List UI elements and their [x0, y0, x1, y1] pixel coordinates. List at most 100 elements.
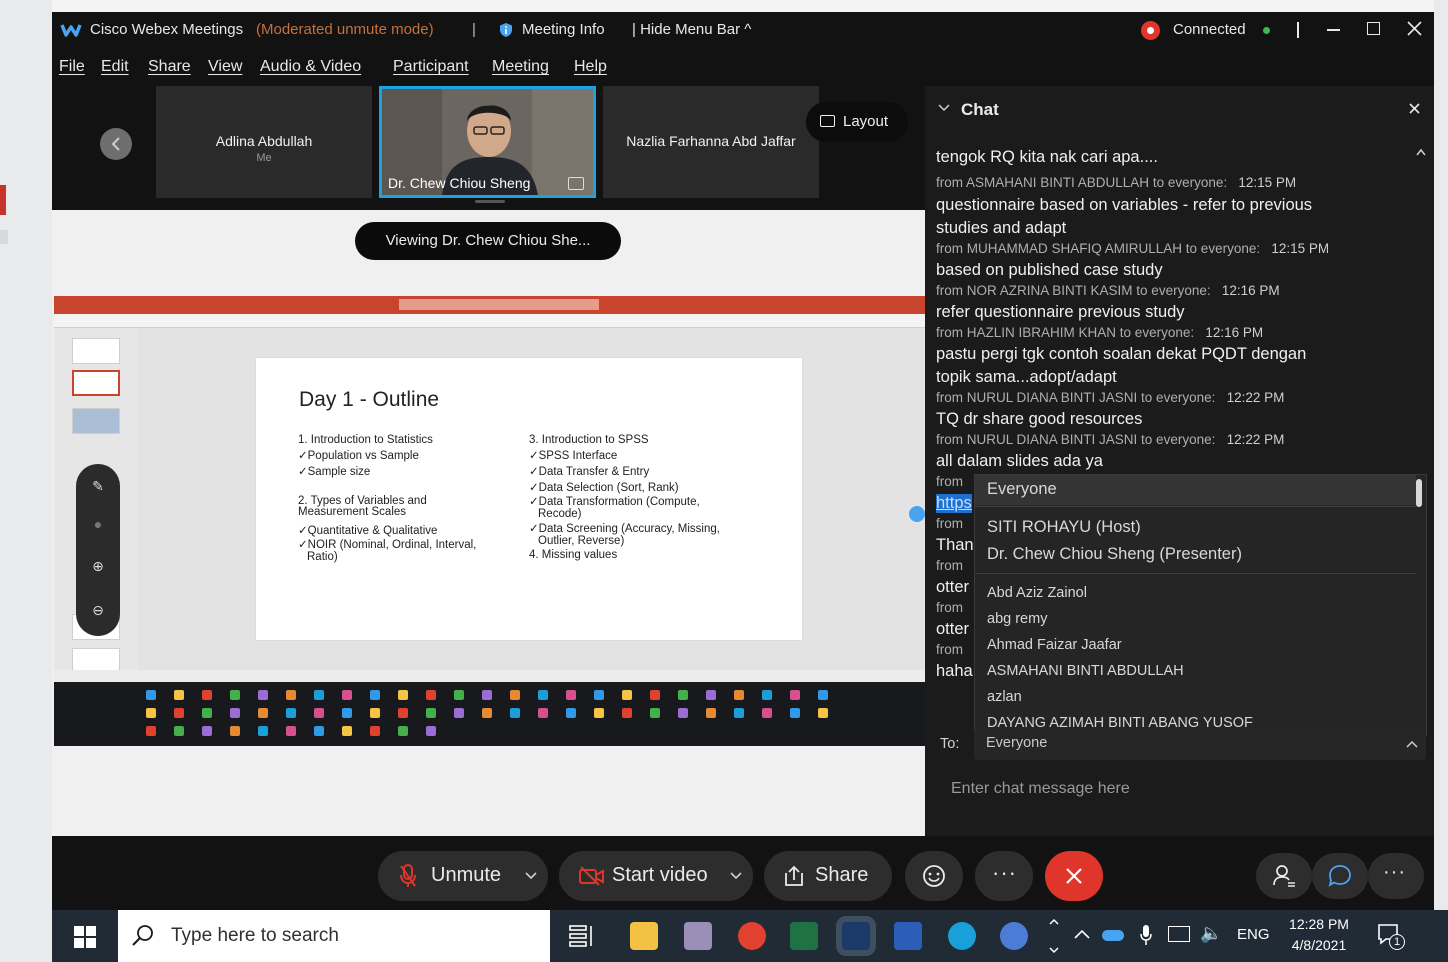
chevron-left-icon — [111, 137, 120, 151]
share-button[interactable]: Share — [764, 851, 892, 901]
panel-more-button[interactable]: ··· — [1368, 853, 1424, 899]
word-icon[interactable] — [894, 922, 922, 950]
chat-panel: Chat ‾‾‾‾‾‾‾‾‾‾‾‾‾‾‾‾‾‾‾‾‾‾‾‾‾‾‾‾‾‾‾‾‾‾‾… — [925, 86, 1434, 836]
title-divider — [1297, 22, 1299, 38]
webex-taskbar-icon[interactable] — [836, 916, 876, 956]
app-icon[interactable] — [1000, 922, 1028, 950]
start-video-button[interactable]: Start video — [559, 851, 753, 901]
ppt-status-bar — [54, 670, 925, 682]
meeting-info-button[interactable]: Meeting Info — [522, 21, 605, 38]
file-explorer-icon[interactable] — [630, 922, 658, 950]
menu-edit[interactable]: Edit — [101, 58, 129, 76]
shared-taskbar-app-icon — [230, 690, 240, 700]
edge-icon[interactable] — [948, 922, 976, 950]
dropdown-scrollbar[interactable] — [1416, 479, 1422, 507]
zoom-out-icon[interactable]: ⊖ — [76, 602, 120, 619]
clock[interactable]: 12:28 PM 4/8/2021 — [1280, 914, 1358, 958]
menu-audio-video[interactable]: Audio & Video — [260, 58, 361, 76]
hide-menu-bar-button[interactable]: | Hide Menu Bar ^ — [632, 21, 751, 38]
shared-taskbar-app-icon — [342, 690, 352, 700]
recipient-selector[interactable]: To: Everyone — [925, 728, 1434, 762]
menu-participant[interactable]: Participant — [393, 58, 469, 76]
chrome-icon[interactable] — [738, 922, 766, 950]
menu-view[interactable]: View — [208, 58, 242, 76]
chat-message-input[interactable]: Enter chat message here — [925, 776, 1434, 826]
microphone-icon[interactable] — [1140, 924, 1152, 946]
title-bar: Cisco Webex Meetings (Moderated unmute m… — [52, 12, 1434, 48]
app-icon[interactable] — [684, 922, 712, 950]
menu-share[interactable]: Share — [148, 58, 191, 76]
slide-thumbnail[interactable] — [72, 408, 120, 434]
menu-bar: File Edit Share View Audio & Video Parti… — [52, 52, 932, 82]
excel-icon[interactable] — [790, 922, 818, 950]
dropdown-option-everyone[interactable]: Everyone — [987, 480, 1057, 499]
shared-taskbar-app-icon — [510, 708, 520, 718]
shared-taskbar-app-icon — [538, 690, 548, 700]
language-indicator[interactable]: ENG — [1237, 926, 1270, 943]
participants-button[interactable] — [1256, 853, 1312, 899]
menu-meeting[interactable]: Meeting — [492, 58, 549, 76]
onedrive-icon[interactable] — [1102, 930, 1124, 941]
minimize-icon[interactable] — [1327, 29, 1340, 31]
slide-thumbnail[interactable] — [72, 338, 120, 364]
more-icon: ··· — [992, 860, 1017, 885]
chevron-down-icon[interactable] — [938, 104, 950, 112]
recipient-dropdown[interactable]: Everyone SITI ROHAYU (Host) Dr. Chew Chi… — [974, 474, 1427, 736]
slide-item: Outlier, Reverse) — [538, 535, 625, 547]
dropdown-option[interactable]: Dr. Chew Chiou Sheng (Presenter) — [987, 545, 1242, 564]
dropdown-option[interactable]: ASMAHANI BINTI ABDULLAH — [987, 663, 1184, 679]
close-chat-icon[interactable] — [1409, 103, 1420, 114]
shared-taskbar-app-icon — [146, 690, 156, 700]
chevron-up-icon[interactable] — [1074, 929, 1090, 939]
slide-item-spacer — [298, 480, 476, 496]
pen-icon[interactable]: ✎ — [76, 478, 120, 495]
shared-taskbar-app-icon — [790, 690, 800, 700]
filmstrip-prev-button[interactable] — [100, 128, 132, 160]
dropdown-option[interactable]: abg remy — [987, 611, 1047, 627]
dropdown-option[interactable]: Ahmad Faizar Jaafar — [987, 637, 1122, 653]
more-options-button[interactable]: ··· — [975, 851, 1033, 901]
unmute-mode-label: (Moderated unmute mode) — [256, 21, 434, 38]
chat-scrollbar[interactable] — [1414, 146, 1428, 436]
active-speaker-tile[interactable]: Dr. Chew Chiou Sheng — [379, 86, 596, 198]
dropdown-option[interactable]: SITI ROHAYU (Host) — [987, 518, 1141, 537]
chat-toggle-button[interactable] — [1312, 853, 1368, 899]
chat-bubble-icon — [1328, 865, 1351, 887]
recipient-field[interactable]: Everyone — [974, 728, 1426, 760]
filmstrip-resize-handle[interactable] — [475, 200, 505, 203]
menu-file[interactable]: File — [59, 58, 85, 76]
participant-tile[interactable]: Nazlia Farhanna Abd Jaffar — [603, 86, 819, 198]
reactions-button[interactable] — [905, 851, 963, 901]
menu-help[interactable]: Help — [574, 58, 607, 76]
restore-icon[interactable] — [1367, 22, 1380, 35]
chat-link[interactable]: https — [936, 494, 972, 513]
unmute-label: Unmute — [431, 864, 502, 886]
taskbar-scroll-icon[interactable] — [1048, 916, 1060, 956]
smiley-icon — [923, 865, 945, 887]
chat-message-sender: from — [936, 558, 963, 573]
dropdown-option[interactable]: azlan — [987, 689, 1022, 705]
collapse-handle-icon[interactable] — [909, 506, 925, 522]
close-window-icon[interactable] — [1407, 21, 1422, 36]
to-label: To: — [940, 736, 960, 752]
zoom-in-icon[interactable]: ⊕ — [76, 558, 120, 575]
volume-icon[interactable]: 🔈 — [1200, 923, 1222, 944]
participant-tile[interactable]: Adlina Abdullah Me — [156, 86, 372, 198]
participant-name: Nazlia Farhanna Abd Jaffar — [626, 133, 796, 149]
laser-icon[interactable]: ● — [76, 516, 120, 532]
chevron-down-icon[interactable] — [525, 872, 537, 880]
slide-thumbnail-selected[interactable] — [72, 370, 120, 396]
dropdown-option[interactable]: Abd Aziz Zainol — [987, 585, 1087, 601]
unmute-button[interactable]: Unmute — [378, 851, 548, 901]
shared-taskbar-app-icon — [286, 690, 296, 700]
task-view-icon[interactable] — [568, 925, 594, 947]
network-icon[interactable] — [1168, 926, 1190, 942]
windows-start-icon[interactable] — [74, 926, 96, 948]
leave-meeting-button[interactable] — [1045, 851, 1103, 901]
taskbar-search-box[interactable]: Type here to search — [118, 910, 550, 962]
chat-message-text: Than — [936, 536, 974, 554]
layout-button[interactable]: Layout — [806, 102, 908, 142]
chevron-down-icon[interactable] — [730, 872, 742, 880]
chat-message-text: studies and adapt — [936, 219, 1067, 237]
video-off-icon — [579, 866, 604, 886]
